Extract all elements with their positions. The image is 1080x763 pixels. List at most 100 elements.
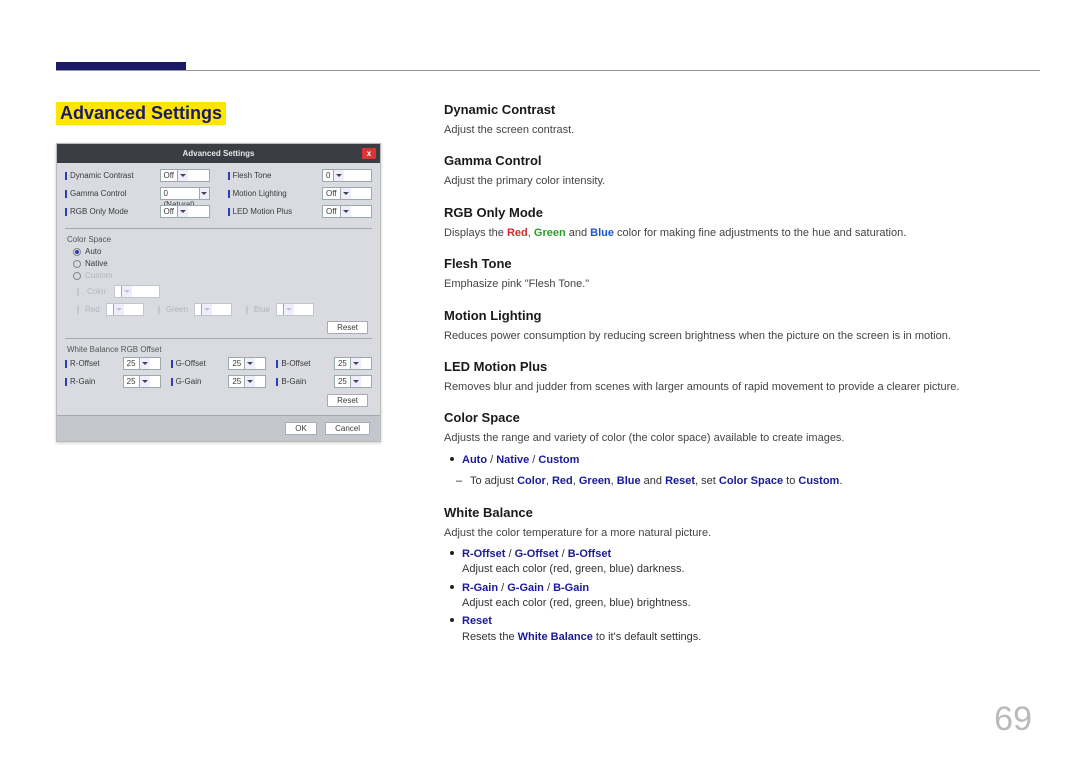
- ctrl-b-gain: B-Gain 25: [276, 375, 372, 388]
- white-balance-grid: R-Offset25 G-Offset25 B-Offset 25 R-Gain2…: [65, 357, 372, 388]
- chevron-down-icon: [350, 358, 361, 369]
- chevron-down-icon: [199, 188, 209, 199]
- ctrl-label: LED Motion Plus: [233, 207, 293, 216]
- ctrl-g-offset: G-Offset25: [171, 357, 267, 370]
- ctrl-label: Dynamic Contrast: [70, 171, 134, 180]
- ctrl-g-gain: G-Gain25: [171, 375, 267, 388]
- panel-body: Dynamic Contrast Off Flesh Tone 0 Gamma …: [57, 163, 380, 415]
- ctrl-r-offset: R-Offset25: [65, 357, 161, 370]
- desc-color-space: Adjusts the range and variety of color (…: [444, 431, 1032, 446]
- dd-g-offset[interactable]: 25: [228, 357, 266, 370]
- page-number: 69: [994, 700, 1032, 739]
- panel-title-text: Advanced Settings: [182, 149, 254, 158]
- chevron-down-icon: [139, 376, 150, 387]
- cancel-button[interactable]: Cancel: [325, 422, 370, 435]
- dd-flesh-tone[interactable]: 0: [322, 169, 372, 182]
- bullet-icon: [450, 457, 454, 461]
- heading-motion-lighting: Motion Lighting: [444, 308, 1032, 323]
- panel-top-grid: Dynamic Contrast Off Flesh Tone 0 Gamma …: [65, 169, 372, 224]
- dd-dynamic-contrast[interactable]: Off: [160, 169, 210, 182]
- heading-led-motion-plus: LED Motion Plus: [444, 359, 1032, 374]
- tick-icon: [77, 288, 79, 296]
- tick-icon: [246, 306, 248, 314]
- heading-color-space: Color Space: [444, 410, 1032, 425]
- desc-rgb-only-mode: Displays the Red, Green and Blue color f…: [444, 226, 1032, 241]
- ctrl-label: Gamma Control: [70, 189, 126, 198]
- radio-custom[interactable]: Custom: [73, 271, 372, 280]
- heading-rgb-only-mode: RGB Only Mode: [444, 205, 1032, 220]
- ctrl-label: B-Gain: [281, 377, 306, 386]
- ctrl-dynamic-contrast: Dynamic Contrast Off: [65, 169, 210, 182]
- list-item: R-Gain / G-Gain / B-Gain Adjust each col…: [462, 581, 1032, 612]
- heading-white-balance: White Balance: [444, 505, 1032, 520]
- radio-icon: [73, 260, 81, 268]
- ctrl-label: Green: [166, 305, 188, 314]
- close-icon[interactable]: x: [362, 148, 376, 159]
- radio-icon: [73, 272, 81, 280]
- chevron-down-icon: [283, 304, 294, 315]
- btn-reset-colorspace[interactable]: Reset: [327, 321, 368, 334]
- chevron-down-icon: [350, 376, 361, 387]
- dd-green-disabled: [194, 303, 232, 316]
- dd-motion-lighting[interactable]: Off: [322, 187, 372, 200]
- color-space-radios: Auto Native Custom: [65, 247, 372, 280]
- sublist-color-space: – To adjust Color, Red, Green, Blue and …: [444, 474, 1032, 489]
- content-column: Dynamic Contrast Adjust the screen contr…: [444, 102, 1032, 648]
- list-item: R-Offset / G-Offset / B-Offset Adjust ea…: [462, 547, 1032, 578]
- ctrl-label: Blue: [254, 305, 270, 314]
- radio-label: Native: [85, 259, 108, 268]
- group-color-space: Color Space: [67, 235, 372, 244]
- group-white-balance: White Balance RGB Offset: [67, 345, 372, 354]
- ctrl-gamma: Gamma Control 0 (Natural): [65, 187, 210, 200]
- dd-gamma[interactable]: 0 (Natural): [160, 187, 210, 200]
- dd-led-motion-plus[interactable]: Off: [322, 205, 372, 218]
- panel-footer: OK Cancel: [57, 415, 380, 441]
- divider: [65, 228, 372, 229]
- divider: [65, 338, 372, 339]
- dd-r-gain[interactable]: 25: [123, 375, 161, 388]
- advanced-settings-panel: Advanced Settings x Dynamic Contrast Off…: [56, 143, 381, 442]
- dd-b-offset[interactable]: 25: [334, 357, 372, 370]
- ctrl-led-motion-plus: LED Motion Plus Off: [228, 205, 373, 218]
- row-color-disabled: Color: [65, 285, 372, 298]
- ctrl-b-offset: B-Offset 25: [276, 357, 372, 370]
- btn-reset-wb[interactable]: Reset: [327, 394, 368, 407]
- chevron-down-icon: [340, 206, 351, 217]
- ctrl-label: Flesh Tone: [233, 171, 272, 180]
- list-item: Reset Resets the White Balance to it's d…: [462, 614, 1032, 645]
- dd-r-offset[interactable]: 25: [123, 357, 161, 370]
- list-color-space: Auto / Native / Custom: [444, 453, 1032, 468]
- ctrl-label: B-Offset: [281, 359, 310, 368]
- header-rule: [56, 70, 1040, 71]
- header-accent-bar: [56, 62, 186, 70]
- chevron-down-icon: [121, 286, 132, 297]
- heading-flesh-tone: Flesh Tone: [444, 256, 1032, 271]
- radio-auto[interactable]: Auto: [73, 247, 372, 256]
- ctrl-label: Color: [87, 287, 106, 296]
- ctrl-r-gain: R-Gain25: [65, 375, 161, 388]
- tick-icon: [77, 306, 79, 314]
- ctrl-rgb-only: RGB Only Mode Off: [65, 205, 210, 218]
- ctrl-label: Red: [85, 305, 100, 314]
- radio-icon: [73, 248, 81, 256]
- dd-b-gain[interactable]: 25: [334, 375, 372, 388]
- chevron-down-icon: [333, 170, 344, 181]
- list-item: Auto / Native / Custom: [462, 453, 1032, 468]
- ok-button[interactable]: OK: [285, 422, 317, 435]
- list-white-balance: R-Offset / G-Offset / B-Offset Adjust ea…: [444, 547, 1032, 645]
- radio-native[interactable]: Native: [73, 259, 372, 268]
- ctrl-motion-lighting: Motion Lighting Off: [228, 187, 373, 200]
- chevron-down-icon: [340, 188, 351, 199]
- desc-flesh-tone: Emphasize pink "Flesh Tone.": [444, 277, 1032, 292]
- dd-red-disabled: [106, 303, 144, 316]
- desc-led-motion-plus: Removes blur and judder from scenes with…: [444, 380, 1032, 395]
- chevron-down-icon: [177, 170, 188, 181]
- desc-dynamic-contrast: Adjust the screen contrast.: [444, 123, 1032, 138]
- dd-rgb-only[interactable]: Off: [160, 205, 210, 218]
- list-item: – To adjust Color, Red, Green, Blue and …: [470, 474, 1032, 489]
- chevron-down-icon: [177, 206, 188, 217]
- row-rgb-disabled: Red Green Blue: [65, 303, 372, 316]
- dd-blue-disabled: [276, 303, 314, 316]
- radio-label: Auto: [85, 247, 101, 256]
- dd-g-gain[interactable]: 25: [228, 375, 266, 388]
